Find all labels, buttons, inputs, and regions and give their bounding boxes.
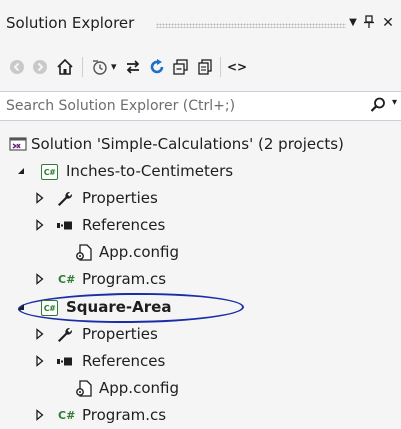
search-input[interactable]: Search Solution Explorer (Ctrl+;) — [6, 98, 235, 114]
pending-changes-button[interactable] — [89, 56, 111, 78]
references-icon — [57, 357, 72, 366]
panel-title: Solution Explorer — [6, 14, 135, 32]
config-file-icon — [76, 380, 92, 397]
pin-button[interactable] — [361, 15, 377, 34]
references-label: References — [82, 352, 166, 370]
toolbar-separator — [82, 57, 83, 77]
forward-icon — [33, 60, 47, 74]
code-icon: <> — [226, 60, 248, 74]
expanded-arrow-icon[interactable] — [15, 301, 27, 313]
back-button[interactable] — [6, 56, 28, 78]
refresh-button[interactable] — [146, 56, 168, 78]
tree-item-program-cs[interactable]: C# Program.cs — [0, 402, 401, 429]
toolbar: ▾ <> — [0, 47, 401, 87]
tree-item-project[interactable]: C# Square-Area — [0, 294, 401, 321]
collapsed-arrow-icon[interactable] — [34, 328, 46, 340]
csharp-project-icon: C# — [41, 300, 58, 316]
solution-icon — [9, 137, 27, 151]
collapsed-arrow-icon[interactable] — [34, 219, 46, 231]
program-cs-label: Program.cs — [82, 406, 167, 424]
search-box[interactable]: Search Solution Explorer (Ctrl+;) ▾ — [0, 91, 401, 121]
title-bar: Solution Explorer ▼ ✕ — [0, 0, 401, 42]
forward-button[interactable] — [29, 56, 51, 78]
drag-grip[interactable] — [156, 23, 346, 28]
refresh-icon — [150, 59, 164, 74]
app-config-label: App.config — [99, 243, 179, 261]
solution-label: Solution 'Simple-Calculations' (2 projec… — [31, 135, 344, 153]
csharp-file-icon: C# — [58, 409, 76, 422]
back-icon — [10, 60, 24, 74]
collapsed-arrow-icon[interactable] — [34, 409, 46, 421]
pending-changes-icon — [93, 60, 107, 75]
csharp-file-icon: C# — [58, 273, 76, 286]
properties-label: Properties — [82, 189, 158, 207]
tree-item-properties[interactable]: Properties — [0, 321, 401, 348]
search-button[interactable] — [369, 96, 389, 116]
references-icon — [57, 221, 72, 230]
view-code-button[interactable]: <> — [226, 56, 248, 78]
solution-tree: Solution 'Simple-Calculations' (2 projec… — [0, 121, 401, 428]
csharp-project-icon: C# — [41, 164, 58, 180]
sync-with-active-document-button[interactable] — [122, 56, 144, 78]
project-label: Square-Area — [66, 298, 172, 316]
config-file-icon — [76, 244, 92, 261]
tree-item-properties[interactable]: Properties — [0, 185, 401, 212]
home-button[interactable] — [54, 56, 76, 78]
program-cs-label: Program.cs — [82, 270, 167, 288]
project-label: Inches-to-Centimeters — [66, 162, 234, 180]
collapse-all-icon — [173, 59, 188, 75]
tree-item-project[interactable]: C# Inches-to-Centimeters — [0, 158, 401, 185]
collapse-all-button[interactable] — [170, 56, 192, 78]
search-options-dropdown[interactable]: ▾ — [392, 97, 397, 108]
sync-icon — [126, 60, 140, 74]
tree-item-references[interactable]: References — [0, 348, 401, 375]
tree-item-references[interactable]: References — [0, 212, 401, 239]
collapsed-arrow-icon[interactable] — [34, 192, 46, 204]
show-all-files-button[interactable] — [194, 56, 216, 78]
tree-item-app-config[interactable]: App.config — [0, 375, 401, 402]
collapsed-arrow-icon[interactable] — [34, 273, 46, 285]
expanded-arrow-icon[interactable] — [15, 165, 27, 177]
toolbar-separator — [220, 57, 221, 77]
tree-item-solution[interactable]: Solution 'Simple-Calculations' (2 projec… — [0, 131, 401, 158]
pin-icon — [364, 15, 374, 28]
collapsed-arrow-icon[interactable] — [34, 355, 46, 367]
pending-changes-dropdown[interactable]: ▾ — [111, 60, 117, 73]
app-config-label: App.config — [99, 379, 179, 397]
search-icon — [370, 97, 385, 112]
show-all-files-icon — [198, 59, 212, 75]
home-icon — [57, 58, 73, 75]
wrench-icon — [58, 191, 73, 206]
tree-item-program-cs[interactable]: C# Program.cs — [0, 266, 401, 293]
wrench-icon — [58, 327, 73, 342]
window-position-dropdown[interactable]: ▼ — [345, 15, 361, 31]
tree-item-app-config[interactable]: App.config — [0, 239, 401, 266]
close-button[interactable]: ✕ — [380, 15, 396, 31]
references-label: References — [82, 216, 166, 234]
properties-label: Properties — [82, 325, 158, 343]
